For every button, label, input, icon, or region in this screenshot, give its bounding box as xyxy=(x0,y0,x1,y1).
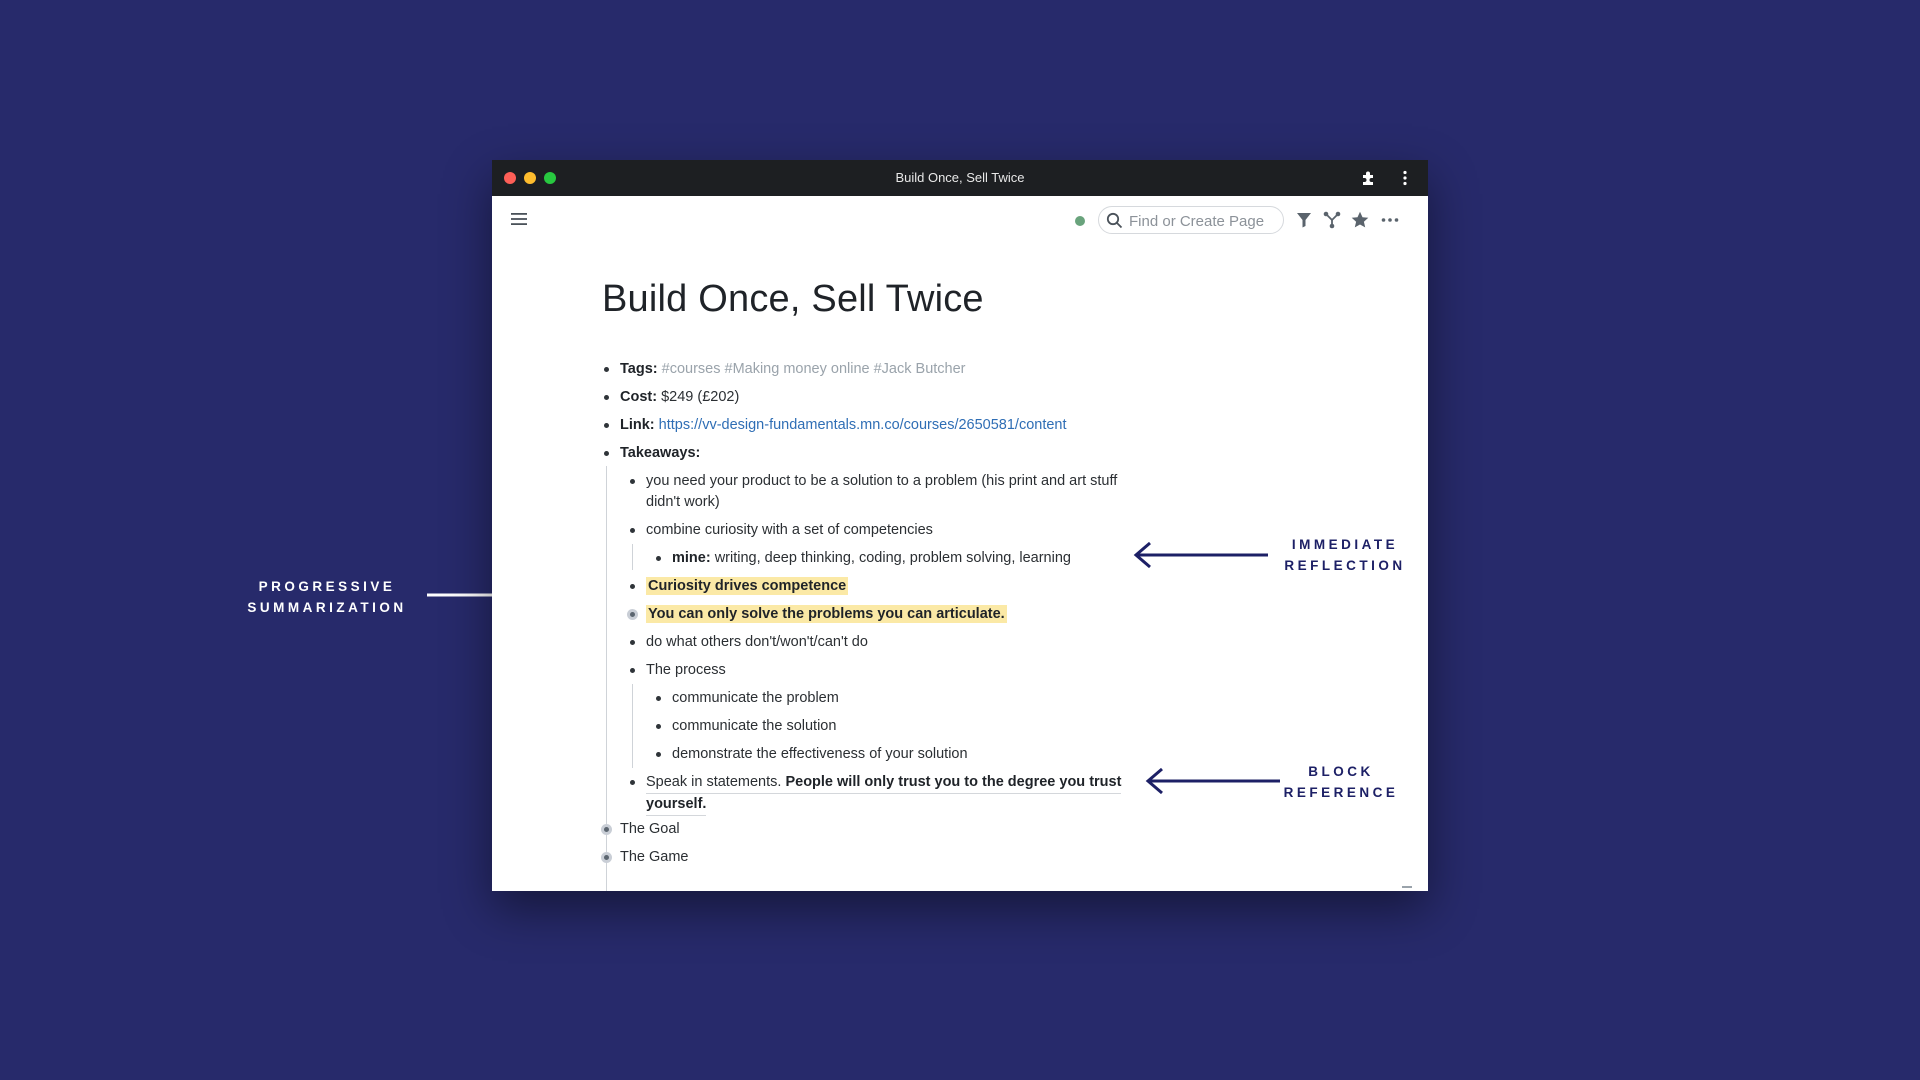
search-box[interactable] xyxy=(1098,206,1284,234)
annotation-line: BLOCK xyxy=(1308,764,1374,779)
list-item-text: The Goal xyxy=(620,821,680,837)
tags-label: Tags: xyxy=(620,361,658,377)
highlighted-text: Curiosity drives competence xyxy=(646,577,849,595)
list-item-text: didn't work) xyxy=(646,494,720,510)
page-title: Build Once, Sell Twice xyxy=(602,278,984,320)
course-link[interactable]: https://vv-design-fundamentals.mn.co/cou… xyxy=(659,417,1067,433)
annotation-immediate-reflection: IMMEDIATE REFLECTION xyxy=(1280,534,1410,576)
bullet[interactable] xyxy=(656,752,661,757)
annotation-line: IMMEDIATE xyxy=(1291,537,1399,552)
takeaways-row[interactable]: Takeaways: xyxy=(620,443,700,464)
bullet[interactable] xyxy=(630,584,635,589)
bullet[interactable] xyxy=(656,696,661,701)
bullet[interactable] xyxy=(604,423,609,428)
bullet[interactable] xyxy=(656,556,661,561)
tags-row[interactable]: Tags: #courses #Making money online #Jac… xyxy=(620,359,966,380)
collapsed-bullet[interactable] xyxy=(601,852,612,863)
list-item[interactable]: You can only solve the problems you can … xyxy=(646,604,1007,625)
link-label: Link: xyxy=(620,417,655,433)
cost-label: Cost: xyxy=(620,389,658,405)
collapsed-bullet[interactable] xyxy=(627,609,638,620)
list-item-text: demonstrate the effectiveness of your so… xyxy=(672,746,968,762)
cost-row[interactable]: Cost: $249 (£202) xyxy=(620,387,739,408)
bullet[interactable] xyxy=(604,395,609,400)
block-reference-bold: yourself. xyxy=(646,794,707,816)
annotation-line: REFERENCE xyxy=(1283,785,1399,800)
list-item[interactable]: do what others don't/won't/can't do xyxy=(646,632,868,653)
list-item-text: do what others don't/won't/can't do xyxy=(646,634,868,650)
list-item[interactable]: The process xyxy=(646,660,726,681)
scroll-indicator[interactable] xyxy=(1402,886,1412,888)
left-arrow-icon xyxy=(1145,767,1280,795)
list-item-text: communicate the problem xyxy=(672,690,839,706)
graph-icon[interactable] xyxy=(1322,210,1342,230)
list-item-text: communicate the solution xyxy=(672,718,837,734)
list-item-text: writing, deep thinking, coding, problem … xyxy=(714,550,1071,566)
search-input[interactable] xyxy=(1127,210,1281,232)
left-arrow-icon xyxy=(1133,541,1268,569)
list-item[interactable]: communicate the solution xyxy=(672,716,836,737)
kebab-menu-icon[interactable] xyxy=(1396,169,1414,187)
bullet[interactable] xyxy=(630,668,635,673)
list-item[interactable]: mine: writing, deep thinking, coding, pr… xyxy=(672,548,1071,569)
link-row[interactable]: Link: https://vv-design-fundamentals.mn.… xyxy=(620,415,1067,436)
list-item[interactable]: communicate the problem xyxy=(672,688,839,709)
bullet[interactable] xyxy=(630,780,635,785)
list-item[interactable]: you need your product to be a solution t… xyxy=(646,471,1117,513)
filter-icon[interactable] xyxy=(1294,210,1314,230)
bullet[interactable] xyxy=(630,640,635,645)
tags-value[interactable]: #courses #Making money online #Jack Butc… xyxy=(662,361,966,377)
annotation-line: REFLECTION xyxy=(1284,558,1406,573)
title-bar: Build Once, Sell Twice xyxy=(492,160,1428,196)
collapsed-bullet[interactable] xyxy=(601,824,612,835)
hamburger-menu-icon[interactable] xyxy=(510,210,528,228)
window-title: Build Once, Sell Twice xyxy=(895,170,1025,185)
sync-status-dot xyxy=(1075,216,1085,226)
search-icon xyxy=(1106,212,1123,229)
star-icon[interactable] xyxy=(1350,210,1370,230)
takeaways-label: Takeaways: xyxy=(620,445,701,461)
cost-value: $249 (£202) xyxy=(661,389,740,405)
list-item[interactable]: The Game xyxy=(620,847,689,868)
list-item-text: The Game xyxy=(620,849,689,865)
indent-guide xyxy=(632,684,633,768)
block-reference-bold: People will only trust you to the degree… xyxy=(785,774,1122,790)
mine-label: mine: xyxy=(672,550,711,566)
bullet[interactable] xyxy=(604,367,609,372)
bullet[interactable] xyxy=(656,724,661,729)
block-reference-plain: Speak in statements. xyxy=(646,774,782,790)
list-item-text: you need your product to be a solution t… xyxy=(646,473,1118,489)
bullet[interactable] xyxy=(604,451,609,456)
block-reference-line: Speak in statements. People will only tr… xyxy=(646,772,1122,794)
annotation-line: SUMMARIZATION xyxy=(247,600,407,615)
more-options-icon[interactable] xyxy=(1380,210,1400,230)
bullet[interactable] xyxy=(630,479,635,484)
annotation-line: PROGRESSIVE xyxy=(258,579,396,594)
list-item[interactable]: combine curiosity with a set of competen… xyxy=(646,520,933,541)
bullet[interactable] xyxy=(630,528,635,533)
list-item-text: combine curiosity with a set of competen… xyxy=(646,522,933,538)
list-item[interactable]: The Goal xyxy=(620,819,680,840)
highlighted-text: You can only solve the problems you can … xyxy=(646,605,1007,623)
annotation-block-reference: BLOCK REFERENCE xyxy=(1276,761,1406,803)
indent-guide xyxy=(632,544,633,570)
annotation-progressive-summarization: PROGRESSIVE SUMMARIZATION xyxy=(232,576,422,618)
toolbar xyxy=(492,196,1428,246)
list-item[interactable]: Curiosity drives competence xyxy=(646,576,849,597)
block-reference[interactable]: Speak in statements. People will only tr… xyxy=(646,772,1126,816)
list-item[interactable]: demonstrate the effectiveness of your so… xyxy=(672,744,968,765)
list-item-text: The process xyxy=(646,662,726,678)
puzzle-icon[interactable] xyxy=(1360,169,1378,187)
